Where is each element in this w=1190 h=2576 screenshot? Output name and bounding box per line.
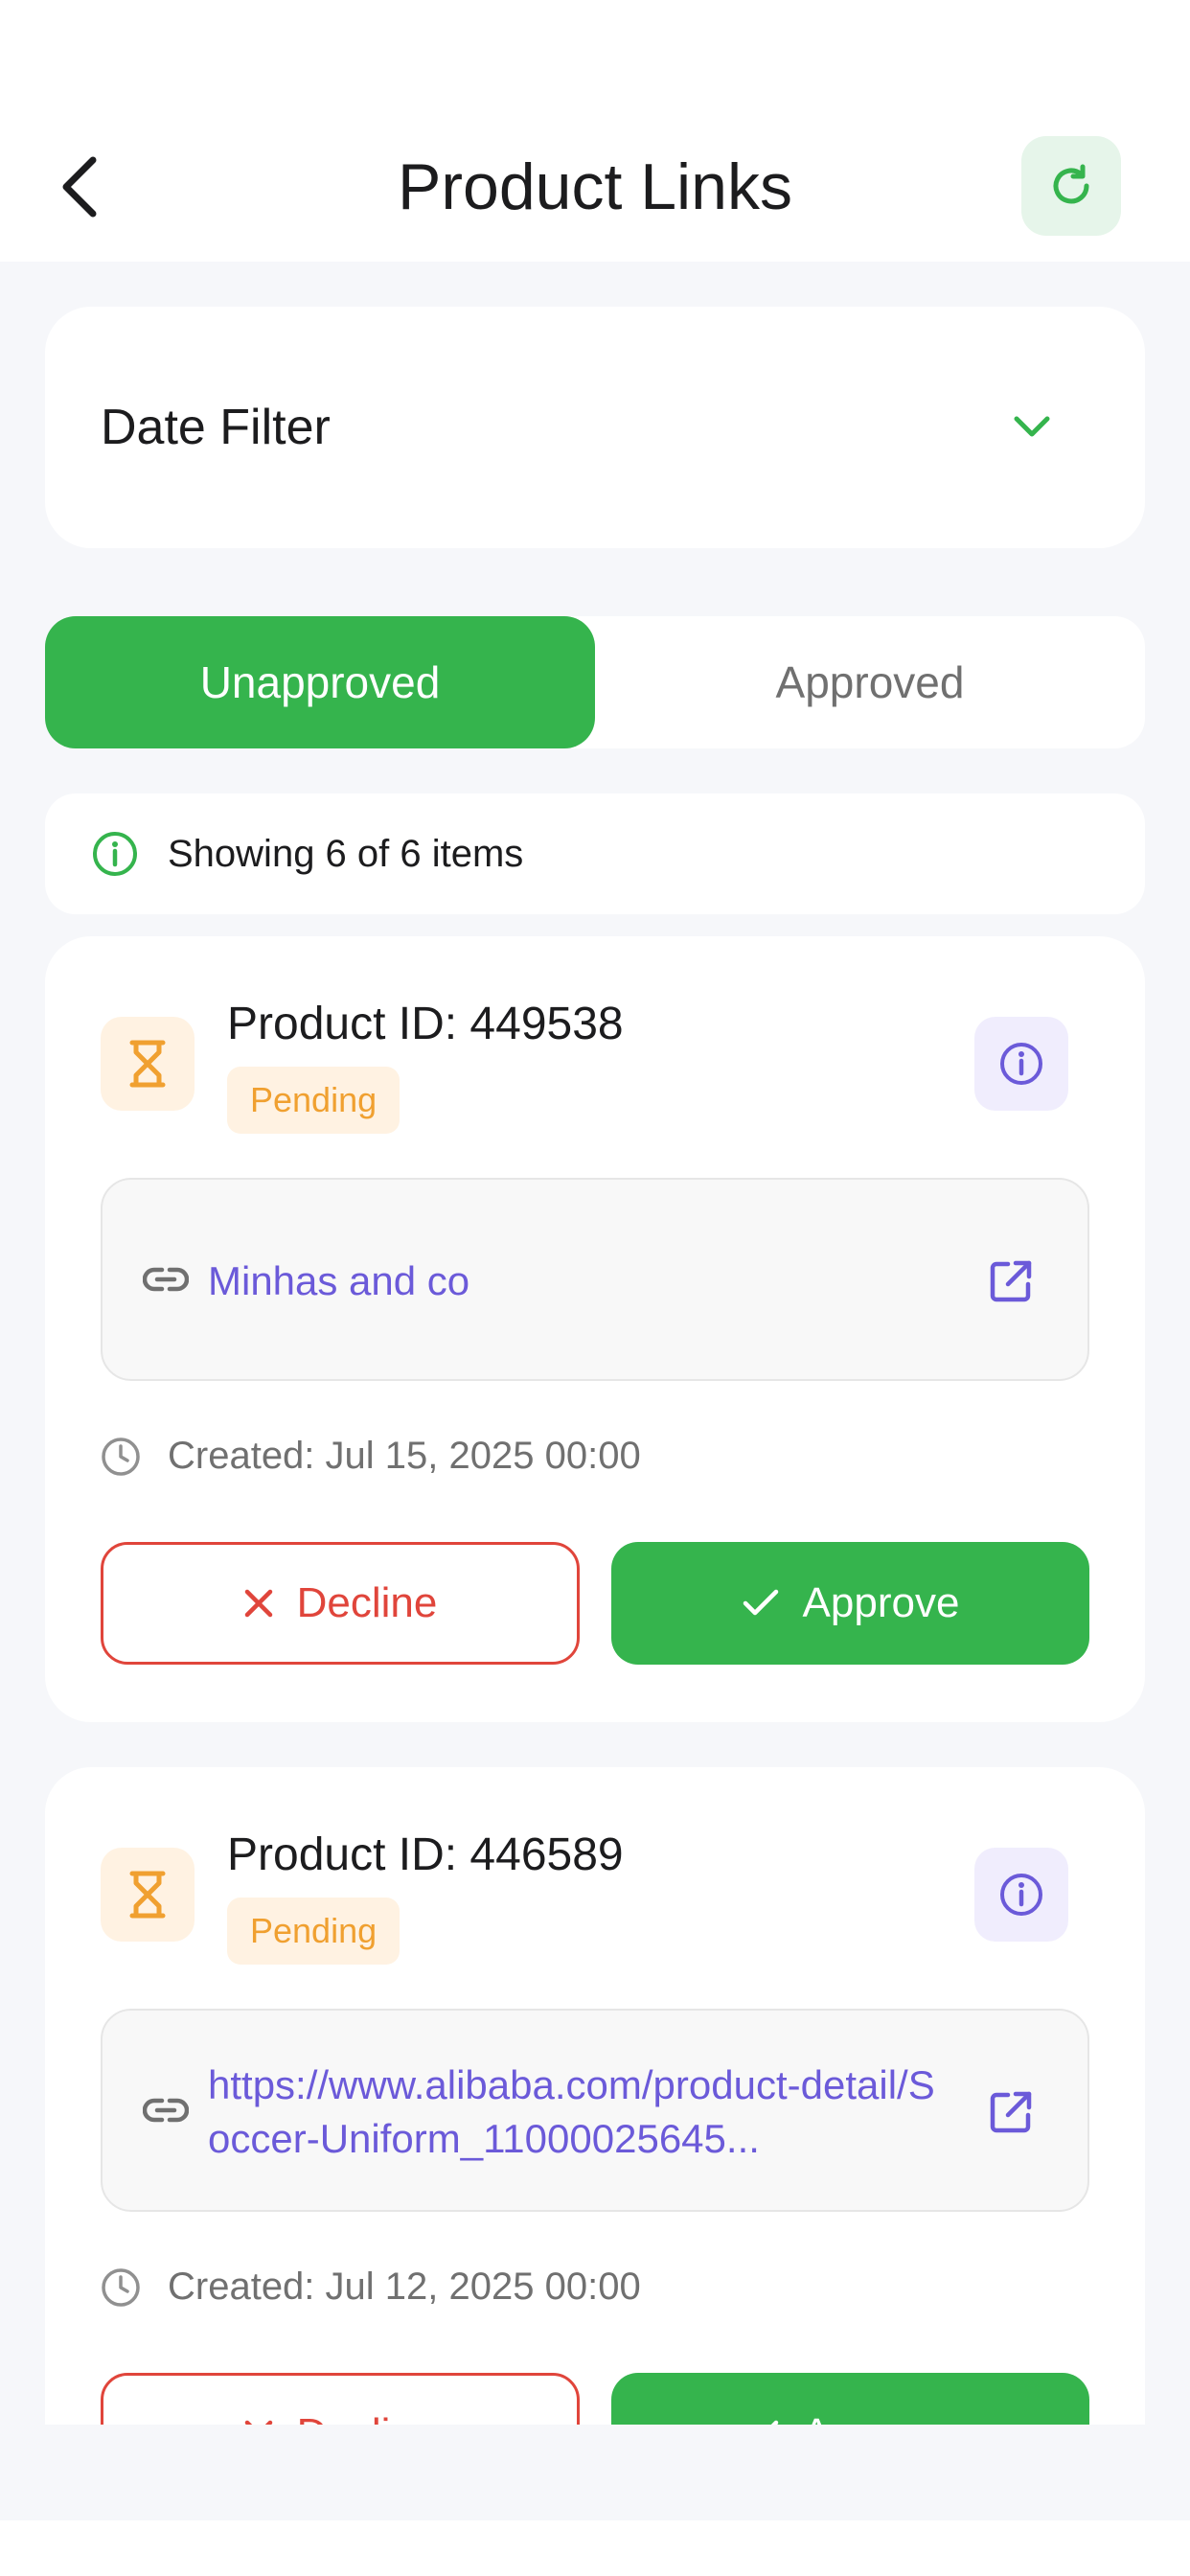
product-link[interactable]: Minhas and co xyxy=(208,1180,936,1383)
home-indicator-area xyxy=(0,2520,1190,2576)
approve-label: Approve xyxy=(802,1579,960,1626)
chevron-down-icon xyxy=(1003,399,1061,456)
tab-approved[interactable]: Approved xyxy=(595,616,1145,748)
info-circle-icon xyxy=(1000,1043,1042,1085)
product-link[interactable]: https://www.alibaba.com/product-detail/S… xyxy=(208,2011,936,2214)
created-date: Created: Jul 15, 2025 00:00 xyxy=(168,1435,641,1477)
check-icon xyxy=(743,1589,778,1616)
clock-icon xyxy=(102,2268,140,2307)
hourglass-icon xyxy=(101,1848,195,1942)
details-button[interactable] xyxy=(974,1017,1068,1111)
info-circle-icon xyxy=(93,832,137,876)
approve-button[interactable]: Approve xyxy=(611,1542,1089,1665)
approve-label: Approve xyxy=(803,2410,960,2425)
product-id: Product ID: 449538 xyxy=(227,999,624,1049)
items-count-bar: Showing 6 of 6 items xyxy=(45,794,1145,914)
product-card: Product ID: 446589 Pending https://www.a… xyxy=(45,1767,1145,2425)
date-filter-label: Date Filter xyxy=(101,400,331,455)
external-link-icon[interactable] xyxy=(982,2083,1040,2141)
date-filter[interactable]: Date Filter xyxy=(45,307,1145,548)
hourglass-icon xyxy=(101,1017,195,1111)
link-icon xyxy=(139,1253,193,1306)
info-circle-icon xyxy=(1000,1874,1042,1916)
product-link-box[interactable]: Minhas and co xyxy=(101,1178,1089,1381)
scroll-content[interactable]: Product Links Date Filter Unapproved App… xyxy=(0,0,1190,2425)
decline-button[interactable]: Decline xyxy=(101,2373,580,2425)
items-count-text: Showing 6 of 6 items xyxy=(168,833,524,875)
refresh-icon xyxy=(1053,164,1089,204)
details-button[interactable] xyxy=(974,1848,1068,1942)
approval-tabs: Unapproved Approved xyxy=(45,616,1145,748)
tab-unapproved[interactable]: Unapproved xyxy=(45,616,595,748)
product-link-box[interactable]: https://www.alibaba.com/product-detail/S… xyxy=(101,2009,1089,2212)
link-icon xyxy=(139,2083,193,2137)
app-header: Product Links xyxy=(0,0,1190,262)
decline-label: Decline xyxy=(296,1579,438,1626)
created-date: Created: Jul 12, 2025 00:00 xyxy=(168,2266,641,2308)
close-icon xyxy=(244,1589,272,1618)
external-link-icon[interactable] xyxy=(982,1253,1040,1310)
approve-button[interactable]: Approve xyxy=(611,2373,1089,2425)
decline-button[interactable]: Decline xyxy=(101,1542,580,1665)
status-badge: Pending xyxy=(227,1898,400,1965)
product-card: Product ID: 449538 Pending Minhas and co xyxy=(45,936,1145,1722)
bottom-area xyxy=(0,2425,1190,2520)
decline-label: Decline xyxy=(297,2410,438,2425)
clock-icon xyxy=(102,1438,140,1476)
refresh-button[interactable] xyxy=(1021,136,1121,236)
status-badge: Pending xyxy=(227,1067,400,1134)
product-id: Product ID: 446589 xyxy=(227,1829,624,1880)
page-title: Product Links xyxy=(398,150,792,223)
